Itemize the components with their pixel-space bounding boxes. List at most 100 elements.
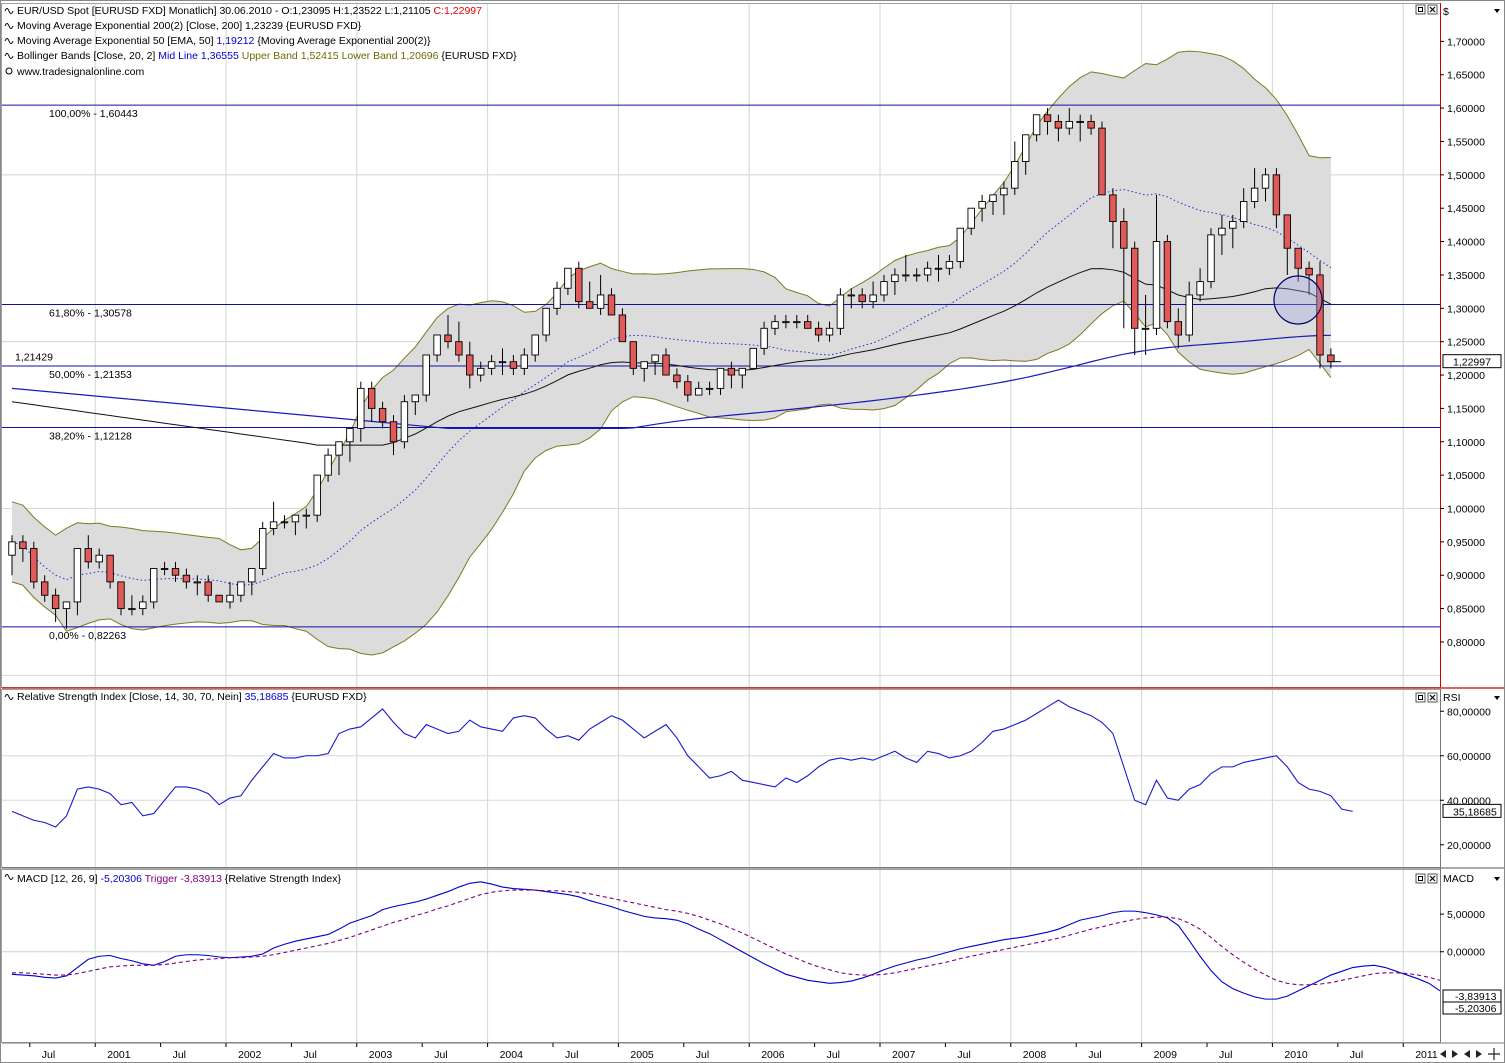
candle-body bbox=[498, 361, 507, 364]
candle-body bbox=[149, 568, 158, 603]
candle-body bbox=[913, 274, 921, 277]
legend-text-part: 35,18685 bbox=[245, 691, 289, 703]
candle-body bbox=[269, 521, 278, 529]
candle-body bbox=[934, 267, 943, 270]
rsi-tick-label: 20,00000 bbox=[1447, 840, 1491, 852]
x-tick-label: 2010 bbox=[1284, 1049, 1308, 1061]
candle-body bbox=[825, 327, 834, 336]
x-tick-label: 2001 bbox=[107, 1049, 131, 1061]
candle-body bbox=[1141, 327, 1150, 330]
candle-body bbox=[128, 608, 136, 611]
candle-body bbox=[1109, 194, 1117, 222]
x-tick-label: Jul bbox=[303, 1049, 316, 1061]
candle-body bbox=[989, 194, 997, 202]
x-tick-label: Jul bbox=[565, 1049, 578, 1061]
highlight-circle bbox=[1273, 275, 1323, 325]
candle-body bbox=[193, 581, 202, 584]
x-tick-label: Jul bbox=[173, 1049, 186, 1061]
price-tick-label: 1,60000 bbox=[1447, 103, 1485, 115]
candle-body bbox=[1294, 247, 1302, 269]
candle-body bbox=[1022, 134, 1030, 162]
candle-body bbox=[400, 401, 409, 443]
candle-body bbox=[673, 374, 681, 383]
legend-price: EUR/USD Spot [EURUSD FXD] Monatlich] 30.… bbox=[17, 5, 482, 17]
candle-body bbox=[1130, 247, 1139, 329]
price-tick-label: 1,40000 bbox=[1447, 237, 1485, 249]
candle-body bbox=[182, 574, 191, 583]
candle-body bbox=[378, 407, 387, 423]
candle-body bbox=[978, 201, 986, 209]
candle-body bbox=[51, 594, 60, 610]
maximize-icon[interactable] bbox=[1415, 4, 1426, 15]
price-tick-label: 0,80000 bbox=[1447, 637, 1485, 649]
x-tick-label: 2011 bbox=[1415, 1049, 1438, 1061]
candle-body bbox=[531, 334, 539, 356]
maximize-icon[interactable] bbox=[1415, 692, 1426, 703]
candle-body bbox=[389, 421, 398, 443]
fib-level-label: 38,20% - 1,12128 bbox=[49, 431, 132, 443]
candle-body bbox=[1087, 120, 1095, 129]
candle-body bbox=[160, 568, 169, 571]
candle-body bbox=[596, 294, 605, 309]
candle-body bbox=[1011, 161, 1019, 189]
candle-body bbox=[716, 367, 725, 389]
candle-body bbox=[967, 207, 975, 229]
legend-text-part: Upper Band 1,52415 bbox=[242, 50, 339, 62]
fib-level-label: 100,00% - 1,60443 bbox=[49, 108, 138, 120]
macd-tick-label: 0,00000 bbox=[1447, 947, 1485, 959]
candle-body bbox=[575, 267, 583, 303]
candle-body bbox=[553, 287, 561, 309]
candle-body bbox=[695, 387, 703, 396]
candle-body bbox=[117, 581, 125, 610]
candle-body bbox=[1163, 241, 1172, 323]
price-tick-label: 0,85000 bbox=[1447, 604, 1485, 616]
rsi-tick-label: 60,00000 bbox=[1447, 751, 1491, 763]
candle-body bbox=[607, 294, 616, 316]
candle-body bbox=[95, 554, 103, 563]
candle-body bbox=[814, 327, 823, 336]
candle-body bbox=[215, 594, 223, 603]
candle-body bbox=[793, 321, 801, 324]
candle-body bbox=[945, 261, 954, 269]
rsi-axis-unit: RSI bbox=[1443, 692, 1461, 704]
candle-body bbox=[771, 321, 779, 329]
fib-level-label: 61,80% - 1,30578 bbox=[49, 307, 132, 319]
candle-body bbox=[836, 294, 845, 329]
candle-body bbox=[324, 454, 332, 476]
reference-line-label: 1,21429 bbox=[15, 351, 53, 363]
candle-body bbox=[1283, 214, 1292, 249]
x-tick-label: 2006 bbox=[761, 1049, 785, 1061]
candle-body bbox=[1065, 120, 1074, 129]
candle-body bbox=[1327, 354, 1335, 363]
candle-body bbox=[422, 354, 430, 396]
candle-body bbox=[858, 294, 866, 303]
candle-body bbox=[259, 528, 267, 570]
legend-text-part: C:1,22997 bbox=[434, 5, 483, 17]
legend-ema50: Moving Average Exponential 50 [EMA, 50] … bbox=[17, 35, 431, 47]
x-tick-label: Jul bbox=[1219, 1049, 1232, 1061]
candle-body bbox=[487, 361, 496, 369]
candle-body bbox=[1043, 114, 1052, 122]
candle-body bbox=[956, 227, 964, 263]
candle-body bbox=[291, 514, 300, 523]
candle-body bbox=[1250, 187, 1259, 202]
candle-body bbox=[1076, 120, 1084, 123]
fib-level-label: 50,00% - 1,21353 bbox=[49, 369, 132, 381]
candle-body bbox=[357, 387, 365, 429]
x-tick-label: 2007 bbox=[892, 1049, 916, 1061]
macd-axis-unit: MACD bbox=[1443, 873, 1474, 885]
candle-body bbox=[1305, 267, 1313, 276]
candle-body bbox=[705, 387, 714, 390]
candle-body bbox=[433, 334, 441, 356]
maximize-icon[interactable] bbox=[1415, 873, 1426, 884]
price-tick-label: 1,10000 bbox=[1447, 437, 1485, 449]
candle-body bbox=[411, 394, 419, 403]
candle-body bbox=[139, 601, 147, 610]
x-tick-label: 2005 bbox=[630, 1049, 654, 1061]
candle-body bbox=[1054, 120, 1063, 129]
candle-body bbox=[618, 314, 627, 343]
price-tick-label: 1,20000 bbox=[1447, 370, 1485, 382]
candle-body bbox=[891, 274, 899, 283]
candle-body bbox=[1207, 234, 1215, 283]
price-tick-label: 1,70000 bbox=[1447, 36, 1485, 48]
